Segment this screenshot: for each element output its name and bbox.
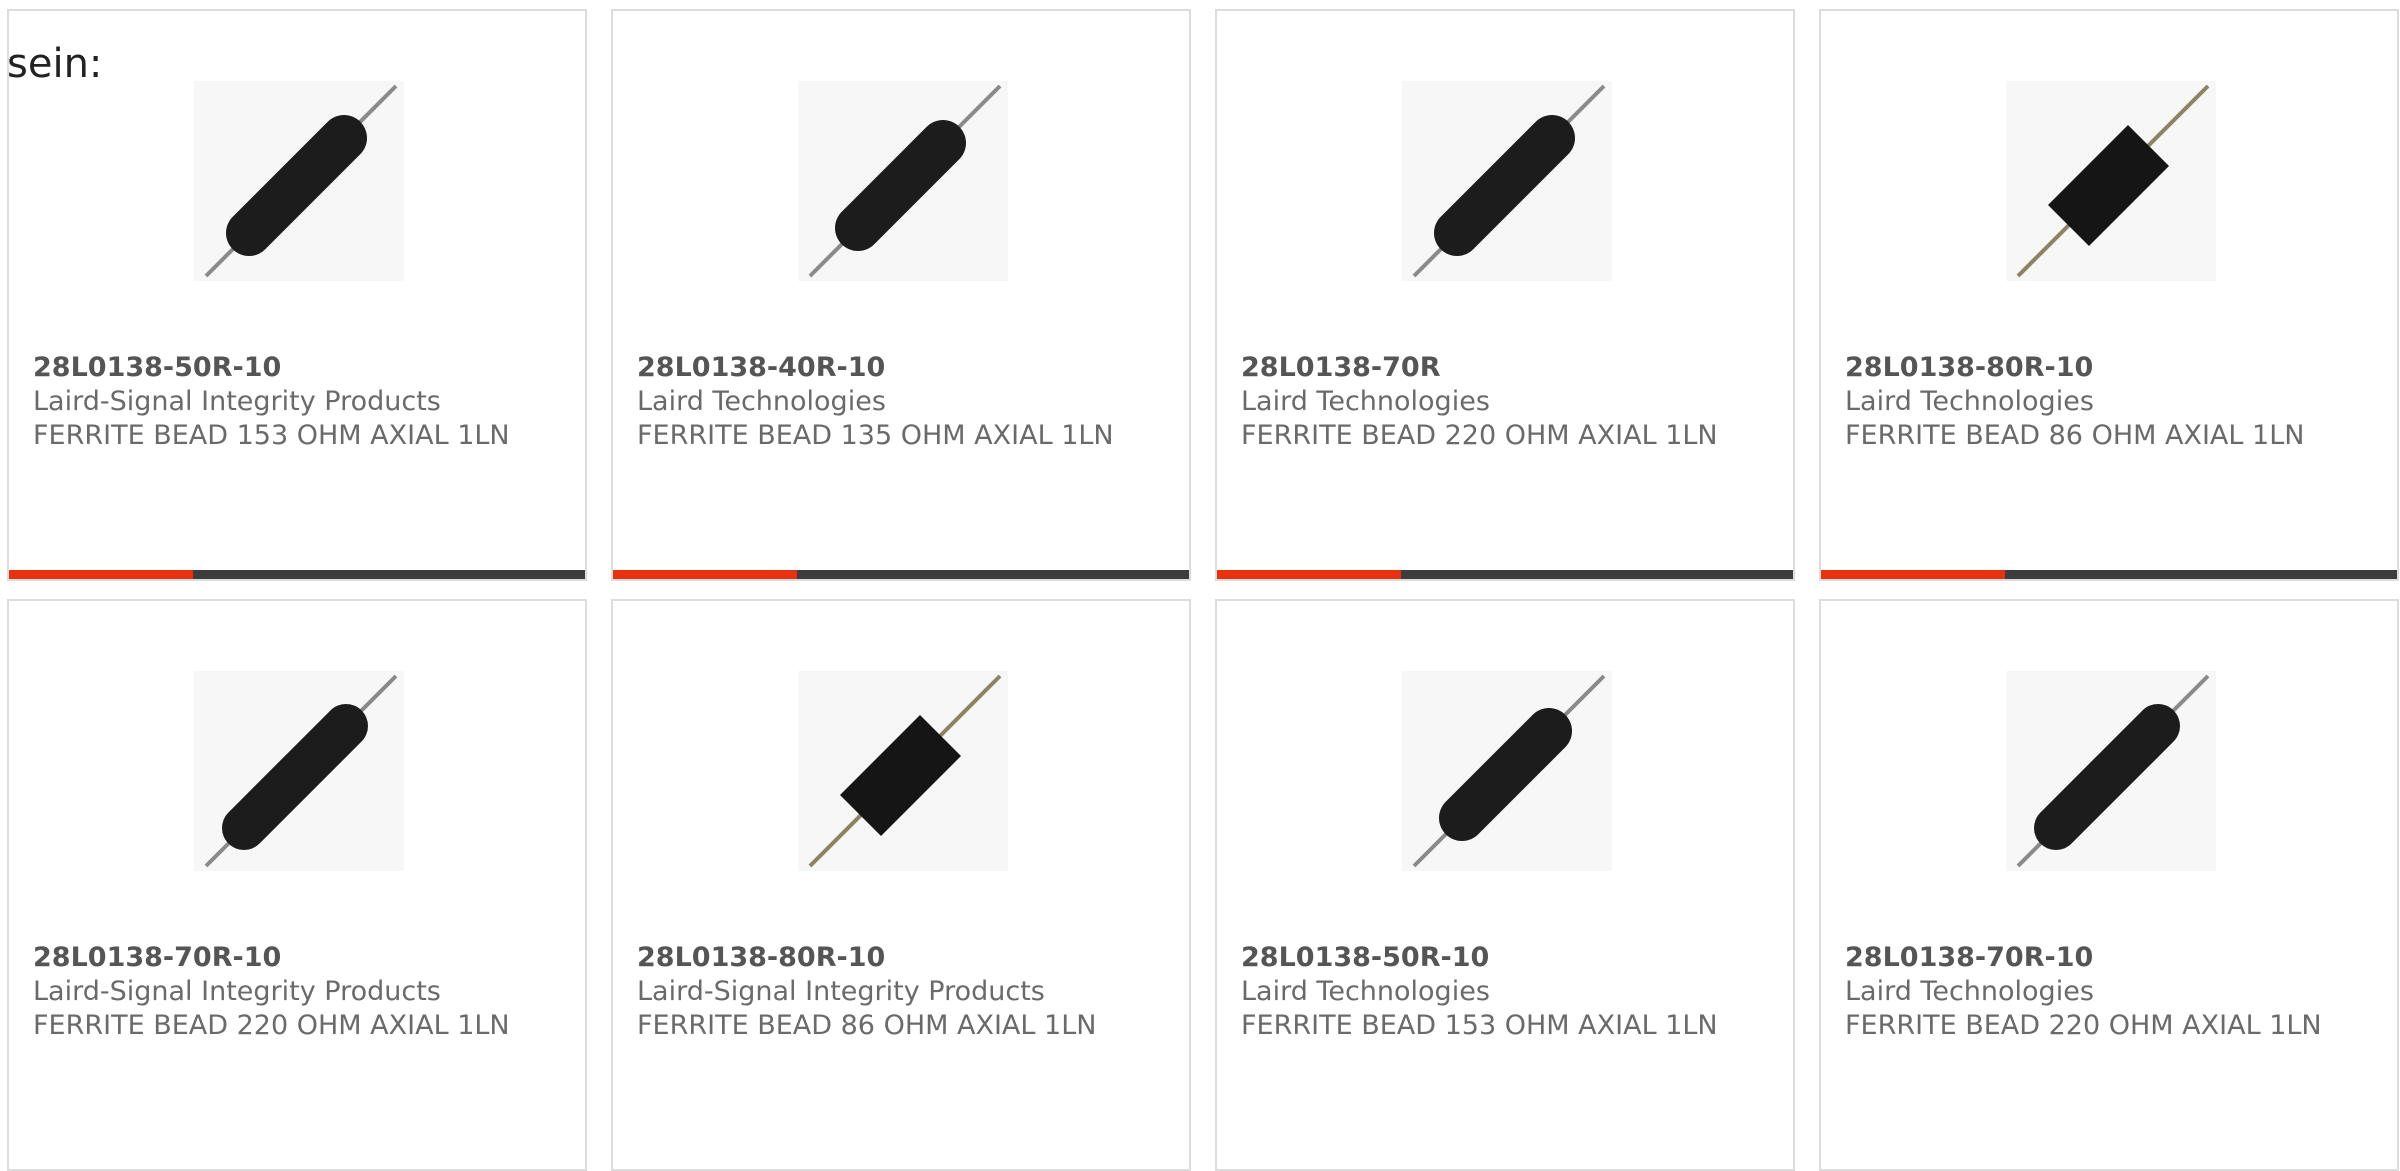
product-image [2006,671,2216,871]
ferrite-bead-long-icon [204,674,398,868]
description: FERRITE BEAD 153 OHM AXIAL 1LN [1241,1010,1718,1041]
product-card[interactable]: 28L0138-80R-10 Laird Technologies FERRIT… [1819,9,2399,581]
product-image [798,81,1008,281]
product-card[interactable]: 28L0138-70R-10 Laird Technologies FERRIT… [1819,599,2399,1171]
description: FERRITE BEAD 153 OHM AXIAL 1LN [33,420,510,451]
card-progress-bar [613,570,1189,579]
ferrite-bead-long-icon [808,84,1002,278]
product-grid: 28L0138-50R-10 Laird-Signal Integrity Pr… [7,9,2400,1171]
card-progress-fill [1821,570,2006,579]
part-number[interactable]: 28L0138-70R-10 [33,941,563,975]
part-number[interactable]: 28L0138-80R-10 [637,941,1167,975]
ferrite-bead-long-icon [2016,674,2210,868]
card-progress-fill [9,570,194,579]
ferrite-bead-short-icon [2016,84,2210,278]
card-progress-fill [613,570,798,579]
product-image [2006,81,2216,281]
product-image [1402,671,1612,871]
product-card[interactable]: 28L0138-70R-10 Laird-Signal Integrity Pr… [7,599,587,1171]
part-number[interactable]: 28L0138-40R-10 [637,351,1167,385]
product-card[interactable]: 28L0138-70R Laird Technologies FERRITE B… [1215,9,1795,581]
part-number[interactable]: 28L0138-50R-10 [1241,941,1771,975]
ferrite-bead-long-icon [204,84,398,278]
manufacturer: Laird Technologies [1845,976,2094,1007]
manufacturer: Laird-Signal Integrity Products [33,976,441,1007]
part-number[interactable]: 28L0138-70R-10 [1845,941,2375,975]
description: FERRITE BEAD 86 OHM AXIAL 1LN [637,1010,1097,1041]
description: FERRITE BEAD 135 OHM AXIAL 1LN [637,420,1114,451]
part-number[interactable]: 28L0138-80R-10 [1845,351,2375,385]
manufacturer: Laird Technologies [637,386,886,417]
manufacturer: Laird-Signal Integrity Products [637,976,1045,1007]
description: FERRITE BEAD 86 OHM AXIAL 1LN [1845,420,2305,451]
manufacturer: Laird Technologies [1845,386,2094,417]
description: FERRITE BEAD 220 OHM AXIAL 1LN [1241,420,1718,451]
description: FERRITE BEAD 220 OHM AXIAL 1LN [33,1010,510,1041]
intro-text: sein: [7,41,103,87]
ferrite-bead-long-icon [1412,674,1606,868]
product-image [798,671,1008,871]
product-card[interactable]: 28L0138-50R-10 Laird-Signal Integrity Pr… [7,9,587,581]
description: FERRITE BEAD 220 OHM AXIAL 1LN [1845,1010,2322,1041]
manufacturer: Laird-Signal Integrity Products [33,386,441,417]
product-image [194,81,404,281]
ferrite-bead-short-icon [808,674,1002,868]
part-number[interactable]: 28L0138-50R-10 [33,351,563,385]
product-card[interactable]: 28L0138-50R-10 Laird Technologies FERRIT… [1215,599,1795,1171]
manufacturer: Laird Technologies [1241,976,1490,1007]
product-image [1402,81,1612,281]
part-number[interactable]: 28L0138-70R [1241,351,1771,385]
card-progress-bar [1217,570,1793,579]
product-card[interactable]: 28L0138-40R-10 Laird Technologies FERRIT… [611,9,1191,581]
card-progress-bar [9,570,585,579]
product-card[interactable]: 28L0138-80R-10 Laird-Signal Integrity Pr… [611,599,1191,1171]
manufacturer: Laird Technologies [1241,386,1490,417]
card-progress-fill [1217,570,1402,579]
ferrite-bead-long-icon [1412,84,1606,278]
product-image [194,671,404,871]
card-progress-bar [1821,570,2397,579]
